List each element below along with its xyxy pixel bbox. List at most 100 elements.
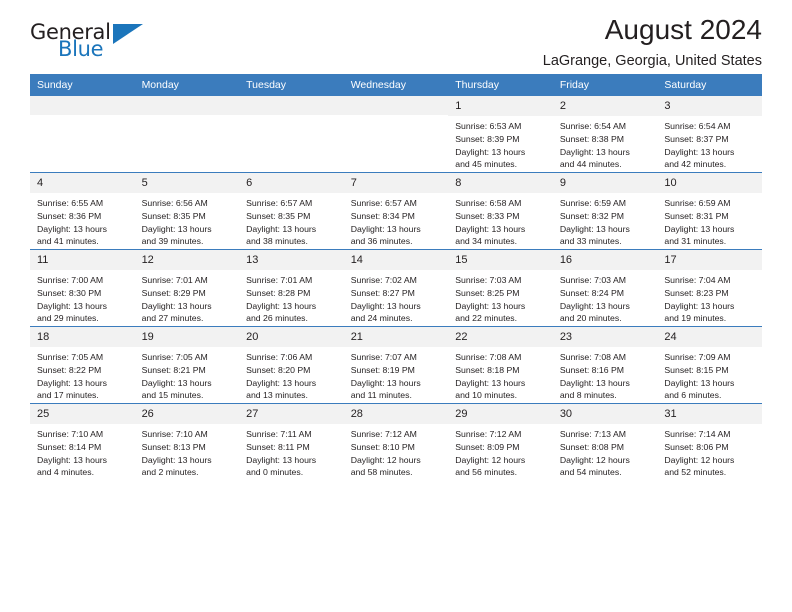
day-details: Sunrise: 7:03 AM Sunset: 8:25 PM Daylight:…: [448, 270, 553, 325]
sunset-time: Sunset: 8:34 PM: [350, 210, 415, 221]
sunrise-time: Sunrise: 7:10 AM: [37, 429, 104, 440]
weekday-header-thursday: Thursday: [448, 74, 553, 96]
calendar-day-cell[interactable]: 12 Sunrise: 7:01 AM Sunset: 8:29 PM Dayligh…: [134, 249, 240, 327]
calendar-day-cell[interactable]: 26 Sunrise: 7:10 AM Sunset: 8:13 PM Dayligh…: [134, 403, 240, 480]
calendar-day-cell[interactable]: 2 Sunrise: 6:54 AM Sunset: 8:38 PM Daylight…: [552, 96, 658, 173]
calendar-day-cell[interactable]: 8 Sunrise: 6:58 AM Sunset: 8:33 PM Daylight…: [448, 172, 553, 250]
daylight-duration-line2: and 11 minutes.: [350, 390, 412, 401]
daylight-duration-line2: and 33 minutes.: [559, 236, 622, 247]
calendar-day-cell[interactable]: 21 Sunrise: 7:07 AM Sunset: 8:19 PM Dayligh…: [343, 326, 449, 404]
day-number: 12: [134, 250, 240, 271]
sunset-time: Sunset: 8:14 PM: [37, 441, 102, 452]
daylight-duration-line1: Daylight: 13 hours: [664, 300, 735, 311]
calendar-day-cell[interactable]: 24 Sunrise: 7:09 AM Sunset: 8:15 PM Dayligh…: [657, 326, 762, 404]
day-number: 23: [552, 327, 658, 348]
daylight-duration-line1: Daylight: 13 hours: [37, 300, 108, 311]
daylight-duration-line2: and 34 minutes.: [455, 236, 518, 247]
day-number: 2: [552, 96, 658, 117]
calendar-day-cell[interactable]: 22 Sunrise: 7:08 AM Sunset: 8:18 PM Dayligh…: [448, 326, 553, 404]
calendar-day-cell[interactable]: 19 Sunrise: 7:05 AM Sunset: 8:21 PM Dayligh…: [134, 326, 240, 404]
daylight-duration-line1: Daylight: 13 hours: [559, 146, 630, 157]
calendar-day-cell[interactable]: 25 Sunrise: 7:10 AM Sunset: 8:14 PM Dayligh…: [30, 403, 135, 480]
calendar-day-cell[interactable]: 31 Sunrise: 7:14 AM Sunset: 8:06 PM Dayligh…: [657, 403, 762, 480]
calendar-day-cell[interactable]: 7 Sunrise: 6:57 AM Sunset: 8:34 PM Daylight…: [343, 172, 449, 250]
calendar-day-cell[interactable]: 27 Sunrise: 7:11 AM Sunset: 8:11 PM Dayligh…: [239, 403, 344, 480]
calendar-day-cell-empty: [134, 96, 240, 173]
day-number: 10: [657, 173, 762, 194]
day-details: Sunrise: 6:57 AM Sunset: 8:35 PM Daylight:…: [239, 193, 344, 248]
sunrise-time: Sunrise: 7:10 AM: [141, 429, 208, 440]
calendar-day-cell[interactable]: 1 Sunrise: 6:53 AM Sunset: 8:39 PM Daylight…: [448, 96, 553, 173]
calendar-day-cell[interactable]: 30 Sunrise: 7:13 AM Sunset: 8:08 PM Dayligh…: [552, 403, 658, 480]
general-blue-logo[interactable]: General Blue: [30, 22, 150, 70]
calendar-day-cell[interactable]: 5 Sunrise: 6:56 AM Sunset: 8:35 PM Daylight…: [134, 172, 240, 250]
daylight-duration-line1: Daylight: 13 hours: [559, 377, 630, 388]
daylight-duration-line2: and 39 minutes.: [141, 236, 204, 247]
calendar-week-row: 4 Sunrise: 6:55 AM Sunset: 8:36 PM Daylight…: [30, 172, 762, 250]
calendar-day-cell[interactable]: 4 Sunrise: 6:55 AM Sunset: 8:36 PM Daylight…: [30, 172, 135, 250]
daylight-duration-line1: Daylight: 13 hours: [559, 223, 630, 234]
sunrise-time: Sunrise: 7:01 AM: [246, 275, 313, 286]
title-block: August 2024 LaGrange, Georgia, United St…: [543, 14, 762, 69]
calendar-day-cell[interactable]: 17 Sunrise: 7:04 AM Sunset: 8:23 PM Dayligh…: [657, 249, 762, 327]
calendar-day-cell[interactable]: 13 Sunrise: 7:01 AM Sunset: 8:28 PM Dayligh…: [239, 249, 344, 327]
daylight-duration-line1: Daylight: 13 hours: [664, 377, 735, 388]
calendar-day-cell[interactable]: 6 Sunrise: 6:57 AM Sunset: 8:35 PM Daylight…: [239, 172, 344, 250]
day-number: 24: [657, 327, 762, 348]
day-number: 13: [239, 250, 344, 271]
day-details: Sunrise: 7:08 AM Sunset: 8:18 PM Daylight:…: [448, 347, 553, 402]
calendar-day-cell[interactable]: 20 Sunrise: 7:06 AM Sunset: 8:20 PM Dayligh…: [239, 326, 344, 404]
sunset-time: Sunset: 8:16 PM: [559, 364, 625, 375]
sunset-time: Sunset: 8:35 PM: [141, 210, 206, 221]
sunset-time: Sunset: 8:28 PM: [246, 287, 311, 298]
day-details: Sunrise: 6:54 AM Sunset: 8:37 PM Daylight:…: [657, 116, 762, 171]
daylight-duration-line2: and 19 minutes.: [664, 313, 727, 324]
daylight-duration-line2: and 0 minutes.: [246, 467, 304, 478]
calendar-day-cell[interactable]: 18 Sunrise: 7:05 AM Sunset: 8:22 PM Dayligh…: [30, 326, 135, 404]
sunrise-time: Sunrise: 7:00 AM: [37, 275, 104, 286]
sunset-time: Sunset: 8:10 PM: [350, 441, 415, 452]
calendar-day-cell[interactable]: 9 Sunrise: 6:59 AM Sunset: 8:32 PM Daylight…: [552, 172, 658, 250]
day-number: 18: [30, 327, 135, 348]
day-details: Sunrise: 7:05 AM Sunset: 8:22 PM Daylight:…: [30, 347, 135, 402]
sunset-time: Sunset: 8:15 PM: [664, 364, 729, 375]
calendar-day-cell[interactable]: 3 Sunrise: 6:54 AM Sunset: 8:37 PM Daylight…: [657, 96, 762, 173]
weekday-header-saturday: Saturday: [657, 74, 762, 96]
day-number: 16: [552, 250, 658, 271]
sunset-time: Sunset: 8:19 PM: [350, 364, 415, 375]
day-number: [343, 96, 449, 115]
page-header: General Blue August 2024 LaGrange, Georg…: [30, 0, 762, 72]
day-details: Sunrise: 7:07 AM Sunset: 8:19 PM Daylight:…: [344, 347, 449, 402]
calendar-day-cell[interactable]: 15 Sunrise: 7:03 AM Sunset: 8:25 PM Dayligh…: [448, 249, 553, 327]
sunset-time: Sunset: 8:36 PM: [37, 210, 102, 221]
sunrise-time: Sunrise: 7:08 AM: [455, 352, 522, 363]
calendar-week-row: 25 Sunrise: 7:10 AM Sunset: 8:14 PM Dayligh…: [30, 403, 762, 480]
page-subtitle: LaGrange, Georgia, United States: [542, 53, 762, 70]
sunrise-time: Sunrise: 6:56 AM: [141, 198, 208, 209]
calendar-day-cell[interactable]: 28 Sunrise: 7:12 AM Sunset: 8:10 PM Dayligh…: [343, 403, 449, 480]
day-number: 11: [30, 250, 135, 271]
weekday-header-friday: Friday: [552, 74, 658, 96]
daylight-duration-line1: Daylight: 13 hours: [350, 223, 421, 234]
weekday-header-row: Sunday Monday Tuesday Wednesday Thursday Frid…: [30, 74, 762, 96]
sunset-time: Sunset: 8:31 PM: [664, 210, 729, 221]
calendar-day-cell[interactable]: 14 Sunrise: 7:02 AM Sunset: 8:27 PM Dayligh…: [343, 249, 449, 327]
blue-triangle-icon: [113, 24, 143, 44]
sunrise-time: Sunrise: 7:03 AM: [559, 275, 626, 286]
sunset-time: Sunset: 8:24 PM: [559, 287, 625, 298]
daylight-duration-line1: Daylight: 13 hours: [141, 300, 212, 311]
sunset-time: Sunset: 8:09 PM: [455, 441, 520, 452]
day-details: Sunrise: 7:11 AM Sunset: 8:11 PM Daylight:…: [239, 424, 344, 479]
daylight-duration-line2: and 29 minutes.: [37, 313, 99, 324]
calendar-day-cell[interactable]: 16 Sunrise: 7:03 AM Sunset: 8:24 PM Dayligh…: [552, 249, 658, 327]
daylight-duration-line1: Daylight: 13 hours: [37, 454, 108, 465]
calendar-day-cell[interactable]: 10 Sunrise: 6:59 AM Sunset: 8:31 PM Dayligh…: [657, 172, 762, 250]
calendar-day-cell[interactable]: 23 Sunrise: 7:08 AM Sunset: 8:16 PM Dayligh…: [552, 326, 658, 404]
day-details: Sunrise: 7:00 AM Sunset: 8:30 PM Daylight:…: [30, 270, 135, 325]
daylight-duration-line2: and 13 minutes.: [246, 390, 308, 401]
sunset-time: Sunset: 8:37 PM: [664, 133, 729, 144]
calendar-day-cell[interactable]: 11 Sunrise: 7:00 AM Sunset: 8:30 PM Dayligh…: [30, 249, 135, 327]
sunrise-time: Sunrise: 7:01 AM: [141, 275, 208, 286]
day-details: Sunrise: 6:53 AM Sunset: 8:39 PM Daylight:…: [448, 116, 553, 171]
calendar-day-cell[interactable]: 29 Sunrise: 7:12 AM Sunset: 8:09 PM Dayligh…: [448, 403, 553, 480]
